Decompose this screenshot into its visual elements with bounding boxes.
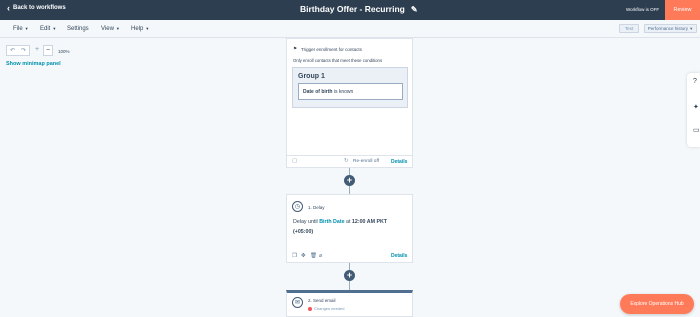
- delay-action-card[interactable]: ◷ 1. Delay Delay until Birth Date at 12:…: [286, 194, 413, 263]
- clone-icon[interactable]: ❐: [292, 253, 297, 259]
- calendar-icon[interactable]: ▢: [292, 158, 297, 164]
- email-status-text: Changes needed: [314, 306, 345, 311]
- add-action-button[interactable]: +: [344, 175, 355, 186]
- menu-view[interactable]: View ▼: [101, 26, 120, 32]
- trigger-header: ⚑ Trigger enrollment for contacts: [293, 46, 362, 52]
- menu-help[interactable]: Help ▼: [131, 26, 149, 32]
- trigger-subtitle: Only enroll contacts that meet these con…: [293, 58, 383, 63]
- delay-title: 1. Delay: [308, 205, 325, 210]
- top-navigation-bar: ‹ Back to workflows Birthday Offer - Rec…: [0, 0, 700, 20]
- workflow-status: Workflow is OFF: [626, 7, 660, 12]
- menu-view-label: View: [101, 26, 114, 32]
- delay-prefix: Delay until: [293, 219, 318, 225]
- reenroll-status[interactable]: Re-enroll off: [353, 159, 379, 164]
- delete-icon[interactable]: 🗑: [310, 253, 317, 259]
- move-icon[interactable]: ✥: [301, 253, 306, 259]
- caret-down-icon: ▼: [689, 26, 694, 31]
- menu-settings-label: Settings: [67, 26, 89, 32]
- chat-icon[interactable]: ▭: [693, 126, 700, 134]
- group-title: Group 1: [298, 73, 325, 80]
- menu-bar: File ▼ Edit ▼ Settings View ▼ Help ▼: [0, 20, 700, 38]
- test-button[interactable]: Test: [619, 24, 639, 33]
- back-label: Back to workflows: [13, 5, 66, 11]
- delay-description: Delay until Birth Date at 12:00 AM PKT (…: [293, 218, 408, 237]
- status-dot-icon: [308, 306, 312, 311]
- condition-filter[interactable]: Date of birth is known: [298, 83, 403, 100]
- back-to-workflows-link[interactable]: ‹ Back to workflows: [7, 3, 66, 13]
- menu-edit[interactable]: Edit ▼: [40, 26, 56, 32]
- refresh-icon: ↻: [344, 158, 349, 164]
- send-email-card[interactable]: ✉ 2. Send email Changes needed: [286, 290, 413, 317]
- chevron-left-icon: ‹: [7, 3, 10, 13]
- delay-property[interactable]: Birth Date: [319, 219, 344, 225]
- add-action-button[interactable]: +: [344, 270, 355, 281]
- delay-footer: ❐ ✥ 🗑 ⌀ Details: [287, 250, 412, 262]
- delay-details-link[interactable]: Details: [391, 253, 407, 259]
- show-minimap-link[interactable]: Show minimap panel: [6, 61, 61, 67]
- trigger-header-text: Trigger enrollment for contacts: [301, 46, 362, 52]
- undo-redo-group: ↶ ↷: [6, 45, 30, 56]
- menu-edit-label: Edit: [40, 26, 51, 32]
- explore-operations-hub-button[interactable]: Explore Operations Hub: [620, 294, 694, 314]
- redo-icon[interactable]: ↷: [21, 47, 26, 54]
- condition-group: Group 1 Date of birth is known: [292, 67, 408, 108]
- menu-file[interactable]: File ▼: [13, 26, 29, 32]
- email-status: Changes needed: [308, 306, 344, 311]
- question-icon[interactable]: ?: [693, 78, 697, 85]
- workflow-title[interactable]: Birthday Offer - Recurring ✎: [300, 4, 418, 14]
- condition-property: Date of birth: [303, 89, 333, 95]
- zoom-in-icon[interactable]: +: [35, 46, 39, 53]
- attachment-icon[interactable]: ⌀: [319, 253, 322, 259]
- clock-icon: ◷: [292, 201, 303, 212]
- caret-down-icon: ▼: [115, 26, 120, 31]
- delay-at: at: [346, 219, 351, 225]
- trigger-footer: ▢ ↻ Re-enroll off Details: [287, 155, 412, 167]
- review-button[interactable]: Review: [665, 0, 700, 20]
- flag-icon: ⚑: [293, 46, 298, 51]
- performance-history-button[interactable]: Performance history ▼: [644, 24, 697, 33]
- menu-help-label: Help: [131, 26, 144, 32]
- caret-down-icon: ▼: [145, 26, 150, 31]
- workflow-title-text: Birthday Offer - Recurring: [300, 4, 405, 14]
- caret-down-icon: ▼: [24, 26, 29, 31]
- condition-operator: is known: [333, 89, 354, 95]
- undo-icon[interactable]: ↶: [10, 47, 15, 54]
- sparkle-icon[interactable]: ✦: [693, 103, 699, 111]
- right-side-panel: ? ✦ ▭: [687, 73, 700, 147]
- email-title: 2. Send email: [308, 298, 336, 303]
- caret-down-icon: ▼: [52, 26, 57, 31]
- zoom-out-button[interactable]: −: [43, 45, 53, 56]
- trigger-card[interactable]: ⚑ Trigger enrollment for contacts Only e…: [286, 38, 413, 168]
- email-icon: ✉: [292, 297, 303, 308]
- menu-file-label: File: [13, 26, 23, 32]
- menu-settings[interactable]: Settings: [67, 26, 89, 32]
- pencil-icon[interactable]: ✎: [411, 5, 418, 14]
- trigger-details-link[interactable]: Details: [391, 159, 407, 165]
- performance-history-label: Performance history: [647, 26, 689, 31]
- zoom-level: 100%: [58, 49, 70, 54]
